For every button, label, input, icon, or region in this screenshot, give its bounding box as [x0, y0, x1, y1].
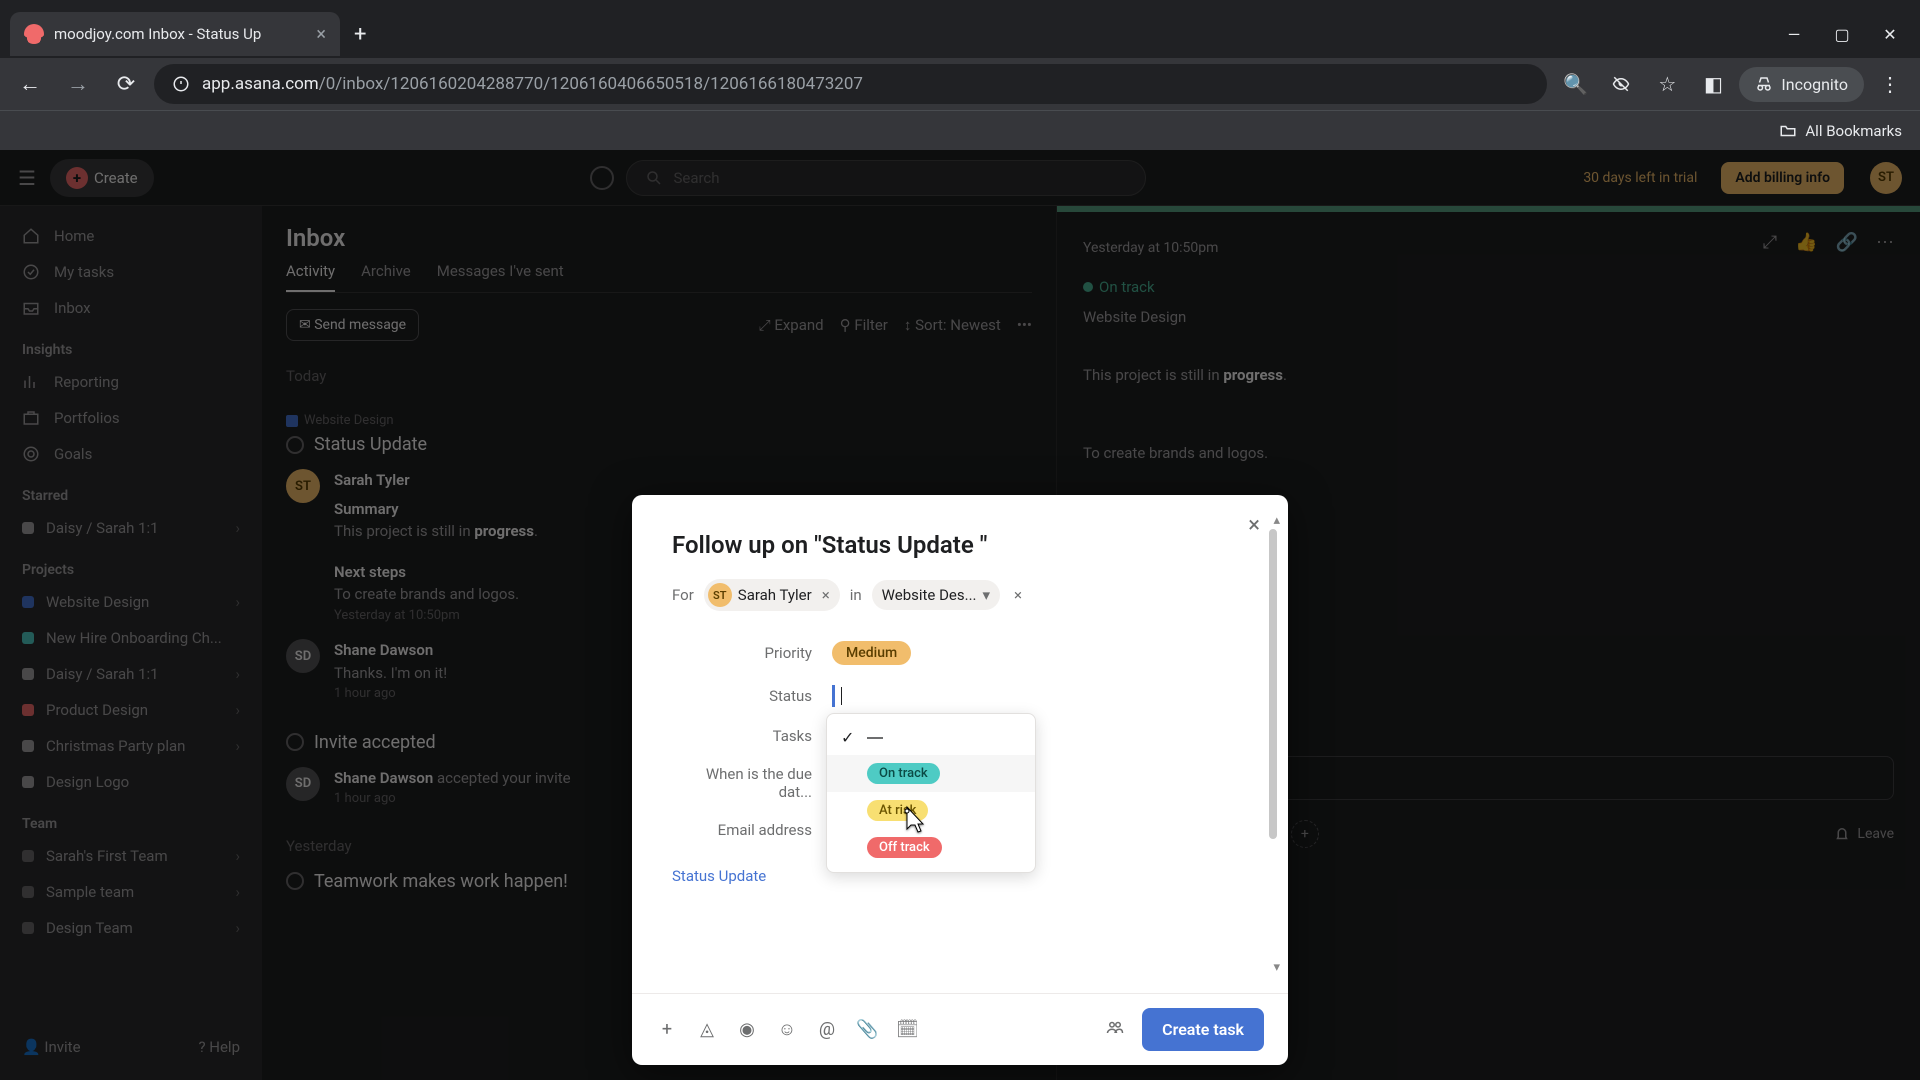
field-priority: Priority Medium — [672, 631, 1248, 675]
tab-title: moodjoy.com Inbox - Status Up — [54, 25, 306, 43]
create-task-modal: × ▴ ▾ Follow up on "Status Update " For … — [632, 495, 1288, 1065]
all-bookmarks-button[interactable]: All Bookmarks — [1805, 122, 1902, 140]
browser-tab[interactable]: moodjoy.com Inbox - Status Up × — [10, 12, 340, 56]
back-button[interactable]: ← — [10, 64, 50, 104]
remove-assignee-icon[interactable]: × — [818, 586, 830, 604]
status-option-ontrack[interactable]: On track — [827, 755, 1035, 792]
asana-favicon-icon — [24, 24, 44, 44]
bookmarks-bar: All Bookmarks — [0, 110, 1920, 150]
browser-tab-strip: moodjoy.com Inbox - Status Up × + — ▢ ✕ — [0, 0, 1920, 58]
cursor-pointer-icon — [897, 805, 925, 837]
folder-icon — [1779, 122, 1797, 140]
modal-scrollbar[interactable]: ▴ ▾ — [1266, 513, 1280, 975]
maximize-icon[interactable]: ▢ — [1832, 25, 1852, 44]
add-subtask-icon[interactable]: + — [656, 1019, 678, 1040]
incognito-icon — [1755, 75, 1773, 93]
field-status: Status ✓ On track At risk Off track — [672, 675, 1248, 717]
date-icon[interactable]: 🗓 — [896, 1019, 918, 1040]
forward-button[interactable]: → — [58, 64, 98, 104]
dash-icon — [867, 737, 883, 739]
new-tab-button[interactable]: + — [340, 22, 380, 47]
bookmark-star-icon[interactable]: ☆ — [1647, 64, 1687, 104]
status-option-none[interactable]: ✓ — [827, 720, 1035, 755]
status-option-offtrack[interactable]: Off track — [827, 829, 1035, 866]
modal-footer: + ◬ ◉ ☺ @ 📎 🗓 Create task — [632, 993, 1288, 1065]
close-window-icon[interactable]: ✕ — [1880, 25, 1900, 44]
followers-icon[interactable] — [1106, 1018, 1124, 1041]
remove-project-icon[interactable]: × — [1010, 586, 1022, 604]
browser-menu-icon[interactable]: ⋮ — [1870, 64, 1910, 104]
ai-icon[interactable]: ◬ — [696, 1019, 718, 1040]
status-option-atrisk[interactable]: At risk — [827, 792, 1035, 829]
site-info-icon[interactable] — [172, 75, 190, 93]
scroll-thumb[interactable] — [1269, 529, 1277, 839]
eye-off-icon[interactable] — [1601, 64, 1641, 104]
modal-title[interactable]: Follow up on "Status Update " — [672, 531, 1248, 559]
project-token[interactable]: Website Des... ▾ — [872, 580, 1000, 610]
url-text: app.asana.com/0/inbox/1206160204288770/1… — [202, 74, 863, 94]
create-task-button[interactable]: Create task — [1142, 1008, 1264, 1051]
assignee-avatar: ST — [708, 583, 732, 607]
browser-toolbar: ← → ⟳ app.asana.com/0/inbox/120616020428… — [0, 58, 1920, 110]
minimize-icon[interactable]: — — [1784, 25, 1804, 44]
chevron-down-icon[interactable]: ▾ — [983, 586, 991, 604]
attachment-icon[interactable]: 📎 — [856, 1019, 878, 1040]
tab-close-icon[interactable]: × — [316, 24, 326, 45]
assignee-token[interactable]: ST Sarah Tyler × — [704, 579, 840, 611]
assignee-row: For ST Sarah Tyler × in Website Des... ▾… — [672, 579, 1248, 611]
status-dropdown: ✓ On track At risk Off track — [826, 713, 1036, 873]
url-bar[interactable]: app.asana.com/0/inbox/1206160204288770/1… — [154, 64, 1547, 104]
side-panel-icon[interactable]: ◧ — [1693, 64, 1733, 104]
window-controls: — ▢ ✕ — [1784, 25, 1920, 58]
scroll-down-icon[interactable]: ▾ — [1273, 960, 1280, 975]
mention-icon[interactable]: @ — [816, 1019, 838, 1040]
record-icon[interactable]: ◉ — [736, 1019, 758, 1040]
emoji-icon[interactable]: ☺ — [776, 1019, 798, 1040]
scroll-up-icon[interactable]: ▴ — [1273, 513, 1280, 528]
incognito-indicator[interactable]: Incognito — [1739, 67, 1864, 102]
zoom-icon[interactable]: 🔍 — [1555, 64, 1595, 104]
priority-value[interactable]: Medium — [832, 641, 911, 665]
reload-button[interactable]: ⟳ — [106, 64, 146, 104]
status-input[interactable] — [832, 685, 1248, 707]
